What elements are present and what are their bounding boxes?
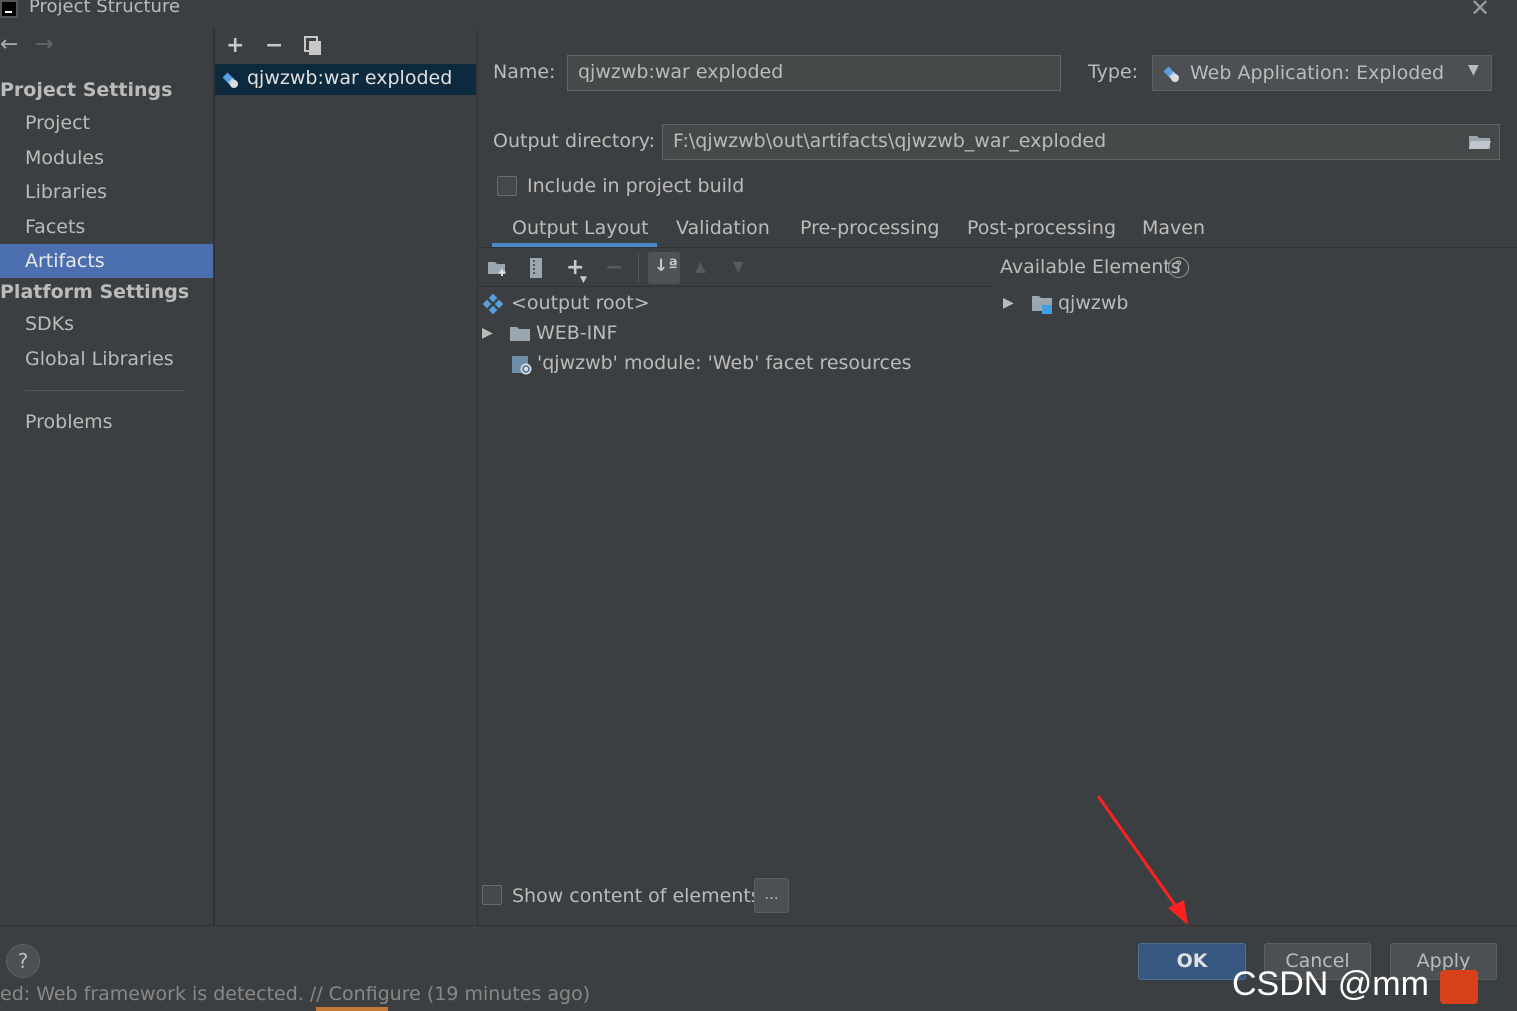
sidebar-item-global-libraries[interactable]: Global Libraries bbox=[0, 342, 213, 376]
help-button[interactable]: ? bbox=[6, 944, 40, 978]
tree-item-output-root[interactable]: <output root> bbox=[511, 292, 650, 314]
sidebar-item-facets[interactable]: Facets bbox=[0, 210, 213, 244]
forward-icon[interactable]: → bbox=[35, 32, 53, 57]
status-text: ed: Web framework is detected. // Config… bbox=[0, 983, 591, 1005]
remove-element-icon[interactable]: − bbox=[605, 255, 623, 280]
annotation-arrow bbox=[1096, 795, 1188, 925]
arrow-down-icon[interactable]: ▼ bbox=[733, 259, 744, 275]
status-progress-accent bbox=[316, 1007, 388, 1011]
sidebar-item-project[interactable]: Project bbox=[0, 106, 213, 140]
tab-pre-processing[interactable]: Pre-processing bbox=[800, 217, 939, 239]
help-icon[interactable]: ? bbox=[1168, 257, 1189, 278]
tab-output-layout[interactable]: Output Layout bbox=[512, 217, 649, 239]
new-folder-icon[interactable] bbox=[487, 259, 509, 281]
expand-icon[interactable]: ▶ bbox=[482, 325, 493, 341]
tab-validation[interactable]: Validation bbox=[676, 217, 770, 239]
sidebar-item-libraries[interactable]: Libraries bbox=[0, 175, 213, 209]
sidebar-item-artifacts[interactable]: Artifacts bbox=[0, 244, 213, 278]
type-value: Web Application: Exploded bbox=[1190, 62, 1445, 84]
ok-button[interactable]: OK bbox=[1138, 943, 1246, 980]
toolbar-separator bbox=[638, 254, 639, 282]
bottom-divider bbox=[0, 925, 1517, 926]
output-directory-input[interactable]: F:\qjwzwb\out\artifacts\qjwzwb_war_explo… bbox=[662, 124, 1500, 160]
sidebar-divider bbox=[25, 390, 185, 391]
back-icon[interactable]: ← bbox=[0, 32, 18, 57]
available-item-qjwzwb[interactable]: qjwzwb bbox=[1058, 292, 1128, 314]
expand-icon[interactable]: ▶ bbox=[1003, 295, 1014, 311]
add-icon[interactable]: + bbox=[226, 33, 244, 58]
layout-toolbar-divider bbox=[478, 286, 993, 287]
platform-settings-header: Platform Settings bbox=[0, 281, 190, 303]
add-dropdown-icon: ▼ bbox=[580, 275, 587, 285]
sidebar-item-sdks[interactable]: SDKs bbox=[0, 307, 213, 341]
sidebar-item-problems[interactable]: Problems bbox=[0, 405, 213, 439]
include-in-build-checkbox[interactable] bbox=[497, 176, 517, 196]
app-icon bbox=[0, 0, 18, 18]
more-options-button[interactable]: ... bbox=[754, 878, 789, 913]
tab-post-processing[interactable]: Post-processing bbox=[967, 217, 1116, 239]
type-label: Type: bbox=[1088, 61, 1139, 83]
copy-icon[interactable] bbox=[304, 36, 322, 60]
module-folder-icon bbox=[1031, 295, 1055, 319]
artifacts-list bbox=[215, 28, 477, 925]
tree-item-web-inf[interactable]: WEB-INF bbox=[536, 322, 617, 344]
tabs-divider bbox=[478, 247, 1517, 248]
project-settings-header: Project Settings bbox=[0, 79, 173, 101]
output-root-icon bbox=[482, 293, 504, 318]
sort-icon: ↓ª bbox=[654, 256, 678, 276]
folder-icon bbox=[509, 326, 531, 346]
pane-divider[interactable] bbox=[477, 28, 478, 925]
archive-icon[interactable] bbox=[528, 257, 544, 283]
remove-icon[interactable]: − bbox=[265, 33, 283, 58]
name-label: Name: bbox=[493, 61, 556, 83]
output-directory-label: Output directory: bbox=[493, 130, 656, 152]
tree-item-facet-resources[interactable]: 'qjwzwb' module: 'Web' facet resources bbox=[537, 352, 912, 374]
artifact-icon bbox=[221, 71, 239, 93]
show-content-label: Show content of elements bbox=[512, 885, 761, 907]
close-icon[interactable]: ✕ bbox=[1470, 0, 1490, 22]
name-input[interactable]: qjwzwb:war exploded bbox=[567, 55, 1061, 91]
sidebar-item-modules[interactable]: Modules bbox=[0, 141, 213, 175]
facet-resources-icon bbox=[511, 355, 533, 379]
artifact-name: qjwzwb:war exploded bbox=[247, 67, 453, 89]
window-title: Project Structure bbox=[29, 0, 181, 17]
chevron-down-icon: ▼ bbox=[1468, 62, 1479, 78]
arrow-up-icon[interactable]: ▲ bbox=[695, 259, 706, 275]
available-elements-title: Available Elements bbox=[1000, 256, 1181, 278]
show-content-checkbox[interactable] bbox=[482, 885, 502, 905]
type-artifact-icon bbox=[1162, 65, 1180, 87]
browse-folder-icon[interactable] bbox=[1468, 134, 1492, 150]
include-in-build-label: Include in project build bbox=[527, 175, 745, 197]
title-bar bbox=[0, 0, 1517, 28]
watermark: CSDN @mm bbox=[1232, 965, 1429, 1003]
csdn-logo-icon bbox=[1440, 970, 1478, 1004]
tab-maven[interactable]: Maven bbox=[1142, 217, 1205, 239]
